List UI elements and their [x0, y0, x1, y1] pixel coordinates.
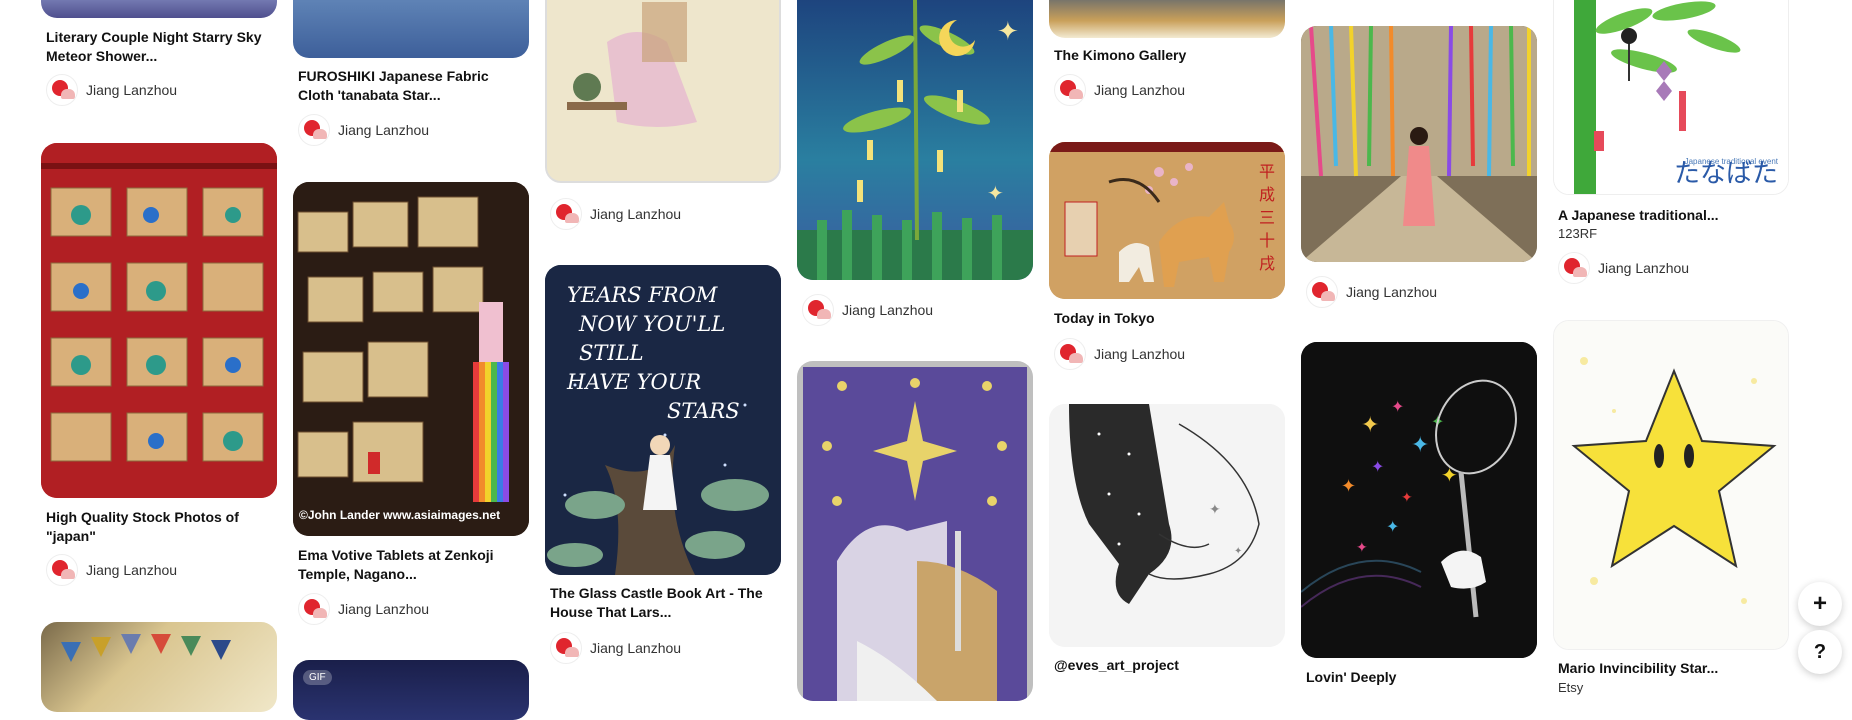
- svg-text:✦: ✦: [1341, 476, 1356, 497]
- svg-text:✦: ✦: [1356, 540, 1368, 556]
- tanabata-festival-photo: [1301, 26, 1537, 262]
- author-name: Jiang Lanzhou: [338, 601, 430, 617]
- pin-title[interactable]: The Glass Castle Book Art - The House Th…: [550, 584, 776, 622]
- pin-image[interactable]: ✦ ✦ ✦ ✦ ✦ ✦ ✦ ✦ ✦ ✦: [1301, 342, 1537, 658]
- pin-author[interactable]: Jiang Lanzhou: [46, 74, 177, 106]
- pin-title[interactable]: A Japanese traditional...: [1558, 206, 1784, 225]
- book-quote: YEARS FROM NOW YOU'LL STILL HAVE YOUR ST…: [567, 283, 740, 423]
- pin-image[interactable]: [545, 0, 781, 183]
- pin-image[interactable]: [1553, 320, 1789, 650]
- pin-author[interactable]: Jiang Lanzhou: [298, 114, 429, 146]
- help-button[interactable]: ?: [1798, 630, 1842, 674]
- author-name: Jiang Lanzhou: [1598, 260, 1690, 276]
- pin-title[interactable]: Today in Tokyo: [1054, 309, 1280, 328]
- image-watermark: ©John Lander www.asiaimages.net: [299, 508, 501, 522]
- pin-image[interactable]: [41, 622, 277, 712]
- author-name: Jiang Lanzhou: [590, 206, 682, 222]
- svg-text:十: 十: [1259, 231, 1275, 250]
- mario-star-painting: [1554, 321, 1788, 649]
- pin-author[interactable]: Jiang Lanzhou: [1306, 276, 1437, 308]
- catching-stars-net-illustration: ✦✦ ✦✦ ✦✦ ✦✦ ✦✦: [1301, 342, 1537, 658]
- pin-image[interactable]: 平成三十戌: [1049, 142, 1285, 299]
- pin-title[interactable]: High Quality Stock Photos of "japan": [46, 508, 272, 546]
- pin-image[interactable]: YEARS FROM NOW YOU'LL STILL HAVE YOUR ST…: [545, 265, 781, 575]
- svg-text:✦: ✦: [1401, 490, 1413, 506]
- pin-image[interactable]: [1301, 26, 1537, 262]
- pin-title[interactable]: FUROSHIKI Japanese Fabric Cloth 'tanabat…: [298, 67, 524, 105]
- overlay-title: たなばた: [1673, 158, 1778, 188]
- pin-title[interactable]: Literary Couple Night Starry Sky Meteor …: [46, 28, 272, 66]
- pin-author[interactable]: Jiang Lanzhou: [802, 294, 933, 326]
- author-name: Jiang Lanzhou: [590, 640, 682, 656]
- pin-author[interactable]: Jiang Lanzhou: [1054, 338, 1185, 370]
- pin-image[interactable]: [293, 0, 529, 58]
- avatar: [298, 114, 330, 146]
- author-name: Jiang Lanzhou: [86, 562, 178, 578]
- pin-image[interactable]: [41, 0, 277, 18]
- pin-title[interactable]: @eves_art_project: [1054, 656, 1280, 675]
- svg-text:戌: 戌: [1259, 254, 1275, 273]
- pin-author[interactable]: Jiang Lanzhou: [46, 554, 177, 586]
- svg-text:✦: ✦: [1234, 546, 1242, 557]
- avatar: [1054, 74, 1086, 106]
- pin-image[interactable]: ©John Lander www.asiaimages.net: [293, 182, 529, 536]
- add-button[interactable]: +: [1798, 582, 1842, 626]
- ema-dog-plaque: 平成三十戌: [1049, 142, 1285, 299]
- author-name: Jiang Lanzhou: [86, 82, 178, 98]
- ema-tablets-photo: [41, 143, 277, 498]
- japanese-woodblock-print: [547, 0, 779, 181]
- avatar: [1558, 252, 1590, 284]
- pin-image[interactable]: ✦ ✦: [1049, 404, 1285, 647]
- svg-text:三: 三: [1259, 208, 1275, 227]
- avatar: [802, 294, 834, 326]
- svg-text:✦: ✦: [1386, 517, 1399, 536]
- pin-author[interactable]: Jiang Lanzhou: [1054, 74, 1185, 106]
- avatar: [46, 74, 78, 106]
- pin-title[interactable]: Mario Invincibility Star...: [1558, 659, 1784, 678]
- star-tarot-card: [803, 367, 1027, 701]
- pin-image[interactable]: [797, 361, 1033, 701]
- pin-author[interactable]: Jiang Lanzhou: [1558, 252, 1689, 284]
- author-name: Jiang Lanzhou: [338, 122, 430, 138]
- svg-text:✦: ✦: [987, 181, 1004, 205]
- author-name: Jiang Lanzhou: [1346, 284, 1438, 300]
- pin-title[interactable]: Lovin' Deeply: [1306, 668, 1532, 687]
- avatar: [550, 632, 582, 664]
- svg-text:✦: ✦: [1361, 413, 1379, 438]
- pin-source: 123RF: [1558, 226, 1598, 241]
- ema-votive-tablets-photo: [293, 182, 529, 536]
- pin-title[interactable]: Ema Votive Tablets at Zenkoji Temple, Na…: [298, 546, 524, 584]
- pin-source: Etsy: [1558, 680, 1584, 695]
- svg-text:✦: ✦: [1209, 502, 1221, 518]
- author-name: Jiang Lanzhou: [842, 302, 934, 318]
- avatar: [550, 198, 582, 230]
- avatar: [298, 593, 330, 625]
- pin-image[interactable]: GIF: [293, 660, 529, 720]
- avatar: [46, 554, 78, 586]
- holding-hands-drawing: ✦ ✦: [1049, 404, 1285, 647]
- pennant-bunting: [61, 634, 231, 662]
- svg-text:✦: ✦: [997, 17, 1019, 47]
- svg-text:✦: ✦: [1411, 433, 1429, 458]
- pin-author[interactable]: Jiang Lanzhou: [550, 198, 681, 230]
- pin-title[interactable]: The Kimono Gallery: [1054, 46, 1280, 65]
- pin-author[interactable]: Jiang Lanzhou: [550, 632, 681, 664]
- pin-image[interactable]: Japanese traditional event たなばた: [1553, 0, 1789, 195]
- avatar: [1054, 338, 1086, 370]
- svg-text:平: 平: [1259, 162, 1275, 181]
- svg-text:成: 成: [1259, 185, 1275, 204]
- tanabata-bamboo-illustration: ✦ ✦: [797, 0, 1033, 280]
- svg-text:✦: ✦: [1391, 397, 1404, 416]
- pin-author[interactable]: Jiang Lanzhou: [298, 593, 429, 625]
- svg-text:✦: ✦: [1371, 457, 1384, 476]
- pin-image[interactable]: [41, 143, 277, 498]
- gif-badge: GIF: [303, 670, 332, 685]
- author-name: Jiang Lanzhou: [1094, 346, 1186, 362]
- pin-image[interactable]: ✦ ✦: [797, 0, 1033, 280]
- avatar: [1306, 276, 1338, 308]
- author-name: Jiang Lanzhou: [1094, 82, 1186, 98]
- pin-image[interactable]: [1049, 0, 1285, 38]
